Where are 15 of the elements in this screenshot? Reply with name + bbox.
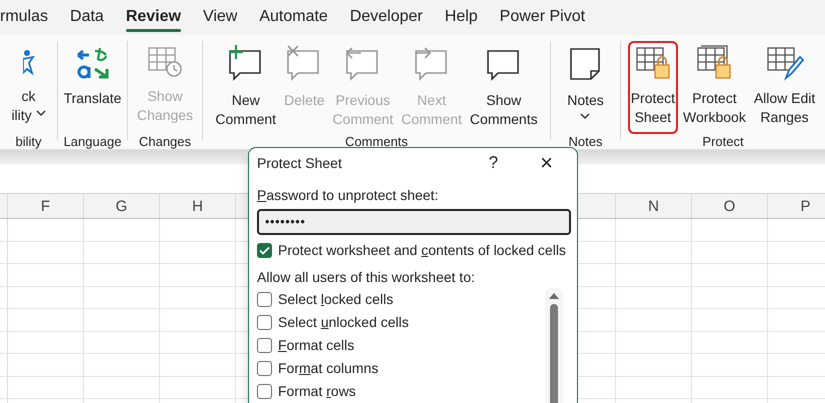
- checkbox-label: Format columns: [278, 359, 378, 378]
- checkbox-label: Format cells: [278, 336, 354, 355]
- group-label: bility: [15, 134, 42, 150]
- group-label: Comments: [345, 134, 408, 150]
- group-label: Protect: [702, 134, 744, 150]
- checkbox-label: Select locked cells: [278, 290, 394, 309]
- group-label: Changes: [138, 134, 192, 150]
- group-label: Notes: [568, 134, 602, 150]
- field-label: Password to unprotect sheet:: [257, 186, 440, 204]
- checkbox-label: Format rows: [278, 382, 356, 401]
- checkbox-label: Protect worksheet and contents of locked cells: [278, 241, 566, 260]
- checkbox-label: Select unlocked cells: [278, 313, 409, 332]
- group-label: Language: [64, 134, 122, 150]
- section-label: Allow all users of this worksheet to:: [257, 268, 476, 286]
- dialog-title: Protect Sheet: [257, 154, 343, 172]
